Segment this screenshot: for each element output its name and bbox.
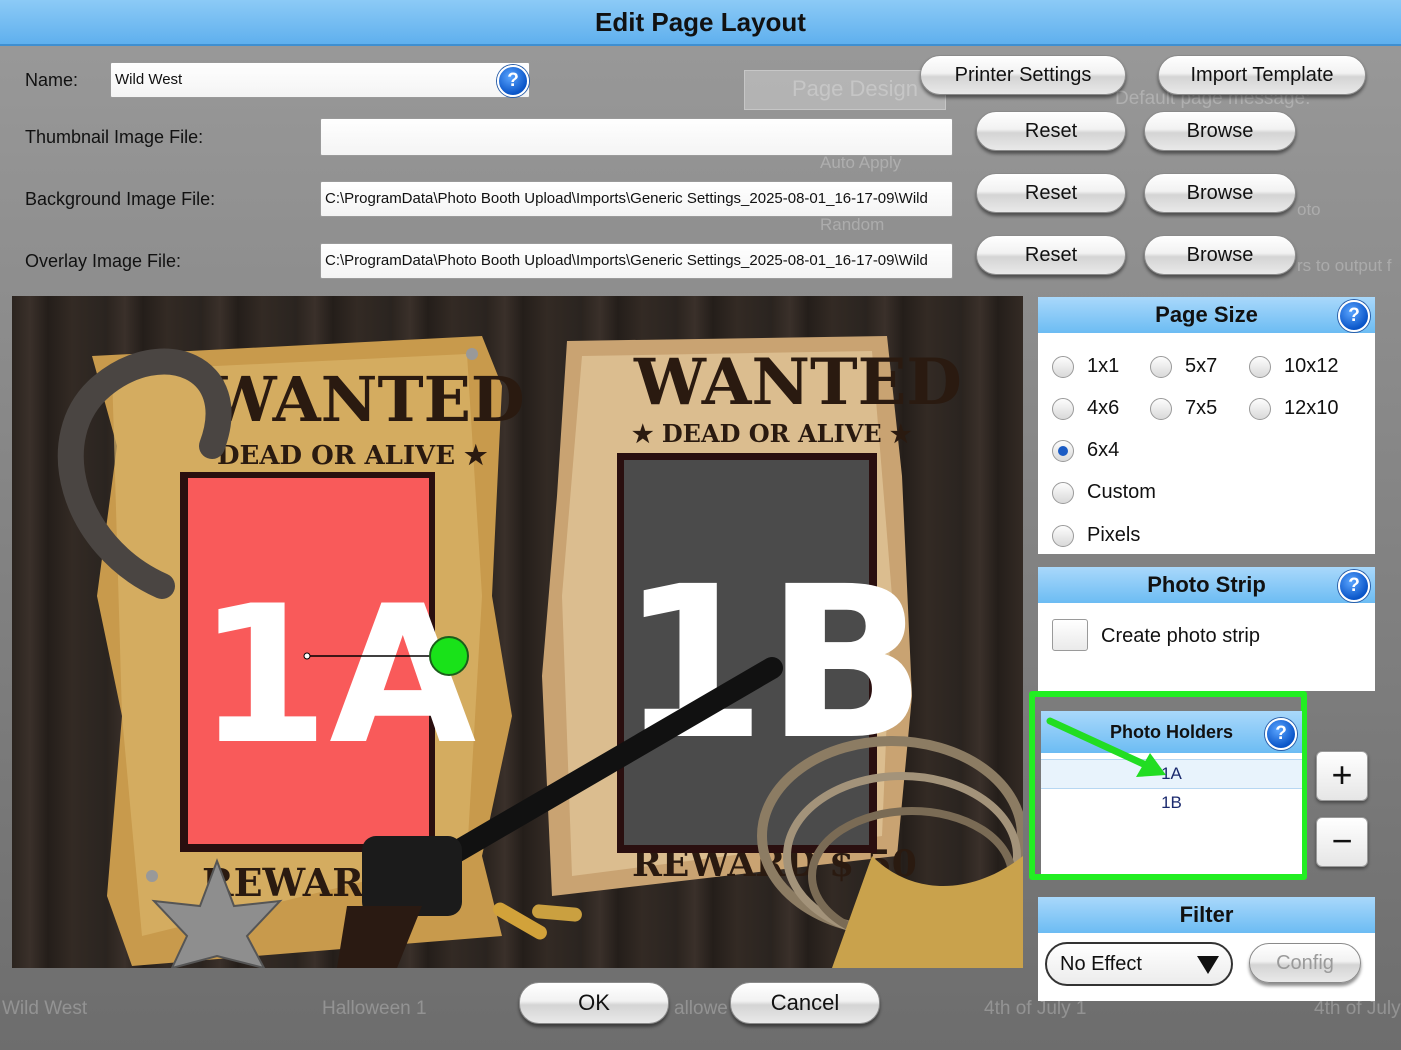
overlay-browse-button[interactable]: Browse: [1144, 235, 1296, 275]
photo-strip-label: Create photo strip: [1101, 625, 1260, 647]
size-custom-label: Custom: [1087, 481, 1156, 503]
size-12x10-radio[interactable]: [1249, 398, 1271, 420]
ghost-template-5: 4th of July: [1314, 998, 1401, 1019]
import-template-button[interactable]: Import Template: [1158, 55, 1366, 95]
size-6x4-radio[interactable]: [1052, 440, 1074, 462]
remove-holder-button[interactable]: −: [1316, 817, 1368, 867]
thumbnail-reset-button[interactable]: Reset: [976, 111, 1126, 151]
rotation-pivot: [303, 652, 311, 660]
rotation-handle[interactable]: [429, 636, 469, 676]
size-6x4-label: 6x4: [1087, 439, 1120, 461]
size-pixels-radio[interactable]: [1052, 525, 1074, 547]
filter-config-button[interactable]: Config: [1249, 943, 1361, 983]
size-1x1-radio[interactable]: [1052, 356, 1074, 378]
size-1x1-label: 1x1: [1087, 355, 1120, 377]
size-10x12-label: 10x12: [1284, 355, 1339, 377]
photo-strip-checkbox[interactable]: [1052, 619, 1088, 651]
ghost-template-1: Wild West: [2, 998, 88, 1019]
ghost-page-design: Page Design: [792, 76, 918, 101]
photo-strip-help-icon[interactable]: ?: [1338, 570, 1370, 602]
holder-list-item-1b[interactable]: 1B: [1041, 789, 1302, 817]
overlay-field[interactable]: C:\ProgramData\Photo Booth Upload\Import…: [320, 243, 953, 279]
size-7x5-radio[interactable]: [1150, 398, 1172, 420]
name-help-icon[interactable]: ?: [497, 65, 529, 97]
right-poster-wanted: WANTED: [633, 345, 962, 420]
background-reset-button[interactable]: Reset: [976, 173, 1126, 213]
arrow-annotation-icon: [1046, 717, 1166, 777]
ghost-auto-apply: Auto Apply: [820, 153, 902, 172]
add-holder-button[interactable]: +: [1316, 751, 1368, 801]
cancel-button[interactable]: Cancel: [730, 982, 880, 1024]
filter-select-value: No Effect: [1060, 953, 1142, 975]
thumbnail-label: Thumbnail Image File:: [25, 127, 204, 147]
ghost-random: Random: [820, 215, 885, 234]
background-field[interactable]: C:\ProgramData\Photo Booth Upload\Import…: [320, 181, 953, 217]
photo-holders-help-icon[interactable]: ?: [1265, 718, 1297, 750]
thumbnail-browse-button[interactable]: Browse: [1144, 111, 1296, 151]
ok-button[interactable]: OK: [519, 982, 669, 1024]
name-field[interactable]: Wild West: [110, 62, 530, 98]
printer-settings-button[interactable]: Printer Settings: [920, 55, 1126, 95]
right-poster-dead-or-alive: ★ DEAD OR ALIVE ★: [632, 419, 912, 448]
page-size-help-icon[interactable]: ?: [1338, 300, 1370, 332]
page-size-title: Page Size: [1038, 297, 1375, 333]
ghost-template-4: 4th of July 1: [984, 998, 1087, 1019]
ghost-template-3: allowe: [674, 998, 728, 1019]
size-4x6-label: 4x6: [1087, 397, 1120, 419]
overlay-label: Overlay Image File:: [25, 251, 182, 271]
left-poster-dead-or-alive: DEAD OR ALIVE ★: [217, 441, 488, 471]
ghost-template-2: Halloween 1: [322, 998, 427, 1019]
bullets: [493, 902, 582, 940]
photo-strip-panel: Photo Strip ? Create photo strip: [1038, 567, 1375, 691]
thumbnail-field[interactable]: [320, 118, 953, 156]
dialog-title: Edit Page Layout: [0, 0, 1401, 46]
overlay-reset-button[interactable]: Reset: [976, 235, 1126, 275]
filter-select[interactable]: No Effect: [1045, 942, 1233, 986]
left-poster-wanted: WANTED: [206, 363, 525, 436]
size-5x7-radio[interactable]: [1150, 356, 1172, 378]
chevron-down-icon: [1197, 956, 1219, 974]
size-pixels-label: Pixels: [1087, 524, 1141, 546]
holder-1a-label: 1A: [197, 565, 476, 786]
canvas-artwork: WANTED DEAD OR ALIVE ★ REWARD $ WANTED ★…: [57, 336, 1023, 968]
filter-title: Filter: [1038, 897, 1375, 933]
background-label: Background Image File:: [25, 189, 216, 209]
ghost-output: rs to output f: [1297, 256, 1392, 275]
page-size-panel: Page Size ? 1x1 5x7 10x12 4x6 7x5 12x10 …: [1038, 297, 1375, 554]
size-4x6-radio[interactable]: [1052, 398, 1074, 420]
size-10x12-radio[interactable]: [1249, 356, 1271, 378]
size-custom-radio[interactable]: [1052, 482, 1074, 504]
ghost-photo: oto: [1297, 200, 1321, 219]
photo-holders-panel: Photo Holders ? 1A 1B: [1041, 711, 1302, 874]
size-5x7-label: 5x7: [1185, 355, 1218, 377]
background-browse-button[interactable]: Browse: [1144, 173, 1296, 213]
layout-canvas[interactable]: WANTED DEAD OR ALIVE ★ REWARD $ WANTED ★…: [12, 296, 1023, 968]
filter-panel: Filter No Effect Config: [1038, 897, 1375, 1001]
photo-strip-title: Photo Strip: [1038, 567, 1375, 603]
size-7x5-label: 7x5: [1185, 397, 1218, 419]
name-label: Name:: [25, 70, 79, 90]
size-12x10-label: 12x10: [1284, 397, 1339, 419]
